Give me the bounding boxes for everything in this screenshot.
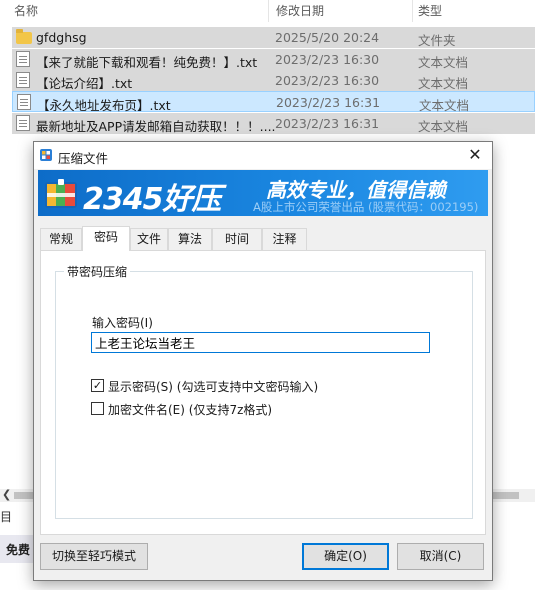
text-file-icon (17, 94, 31, 110)
close-icon[interactable]: ✕ (460, 144, 490, 166)
column-header-bar: 名称 修改日期 类型 (0, 0, 535, 22)
switch-mode-button[interactable]: 切换至轻巧模式 (40, 543, 148, 570)
file-type: 文本文档 (418, 76, 469, 91)
file-date: 2023/2/23 16:30 (275, 52, 380, 67)
file-type: 文件夹 (418, 33, 456, 48)
bottom-chip-label: 免费 (6, 543, 31, 557)
scroll-left-arrow-icon[interactable]: ❮ (2, 488, 11, 501)
tab-time[interactable]: 时间 (212, 228, 262, 250)
file-type: 文本文档 (419, 98, 470, 113)
file-row[interactable]: 【论坛介绍】.txt 2023/2/23 16:30 文本文档 (12, 70, 535, 91)
ok-button[interactable]: 确定(O) (302, 543, 389, 570)
banner: 2345好压 高效专业，值得信赖 A股上市公司荣誉出品 (股票代码：002195… (38, 170, 488, 216)
password-input[interactable] (91, 332, 430, 353)
column-header-type[interactable]: 类型 (418, 2, 442, 19)
show-password-checkbox[interactable]: ✓ (91, 379, 104, 392)
encrypt-filenames-label[interactable]: 加密文件名(E) (仅支持7z格式) (108, 401, 272, 418)
file-row[interactable]: 最新地址及APP请发邮箱自动获取！！！.... 2023/2/23 16:31 … (12, 113, 535, 134)
column-header-name[interactable]: 名称 (14, 2, 38, 19)
encrypt-filenames-checkbox[interactable] (91, 402, 104, 415)
password-groupbox: 带密码压缩 输入密码(I) ✓ 显示密码(S) (勾选可支持中文密码输入) 加密… (55, 263, 473, 519)
file-name: gfdghsg (36, 30, 87, 45)
groupbox-title: 带密码压缩 (64, 263, 131, 280)
tab-strip: 常规 密码 文件 算法 时间 注释 (40, 226, 480, 251)
tab-general[interactable]: 常规 (40, 228, 82, 250)
tab-comment[interactable]: 注释 (262, 228, 307, 250)
file-row-selected[interactable]: 【永久地址发布页】.txt 2023/2/23 16:31 文本文档 (12, 91, 535, 113)
file-date: 2023/2/23 16:31 (276, 95, 381, 110)
file-row[interactable]: 【来了就能下载和观看！纯免费！】.txt 2023/2/23 16:30 文本文… (12, 49, 535, 70)
side-label: 目 (0, 510, 13, 524)
file-date: 2023/2/23 16:30 (275, 73, 380, 88)
folder-icon (16, 29, 32, 44)
tab-files[interactable]: 文件 (130, 228, 168, 250)
banner-subtitle: A股上市公司荣誉出品 (股票代码：002195) (253, 200, 479, 214)
file-row-folder[interactable]: gfdghsg 2025/5/20 20:24 文件夹 (12, 27, 535, 48)
column-divider[interactable] (268, 0, 269, 22)
show-password-label[interactable]: 显示密码(S) (勾选可支持中文密码输入) (108, 378, 318, 395)
text-file-icon (16, 51, 30, 67)
dialog-titlebar[interactable]: 压缩文件 ✕ (34, 142, 492, 169)
column-divider[interactable] (412, 0, 413, 22)
file-name: 【永久地址发布页】.txt (37, 98, 171, 113)
column-header-date[interactable]: 修改日期 (276, 2, 324, 19)
file-date: 2023/2/23 16:31 (275, 116, 380, 131)
text-file-icon (16, 72, 30, 88)
app-icon (40, 149, 52, 161)
file-name: 【论坛介绍】.txt (36, 76, 133, 91)
file-type: 文本文档 (418, 119, 469, 134)
banner-brand: 2345好压 (83, 182, 221, 216)
password-label: 输入密码(I) (92, 316, 153, 330)
file-name: 最新地址及APP请发邮箱自动获取！！！.... (36, 119, 276, 134)
text-file-icon (16, 115, 30, 131)
dialog-title: 压缩文件 (58, 151, 109, 166)
cancel-button[interactable]: 取消(C) (397, 543, 484, 570)
tab-algorithm[interactable]: 算法 (168, 228, 212, 250)
compress-dialog: 压缩文件 ✕ 2345好压 高效专业，值得信赖 A股上市公司荣誉出品 (股票代码… (33, 141, 493, 581)
file-type: 文本文档 (418, 55, 469, 70)
password-panel: 带密码压缩 输入密码(I) ✓ 显示密码(S) (勾选可支持中文密码输入) 加密… (40, 250, 486, 535)
file-date: 2025/5/20 20:24 (275, 30, 380, 45)
archive-logo-icon (45, 179, 77, 208)
file-name: 【来了就能下载和观看！纯免费！】.txt (36, 55, 258, 70)
tab-password[interactable]: 密码 (82, 226, 130, 251)
